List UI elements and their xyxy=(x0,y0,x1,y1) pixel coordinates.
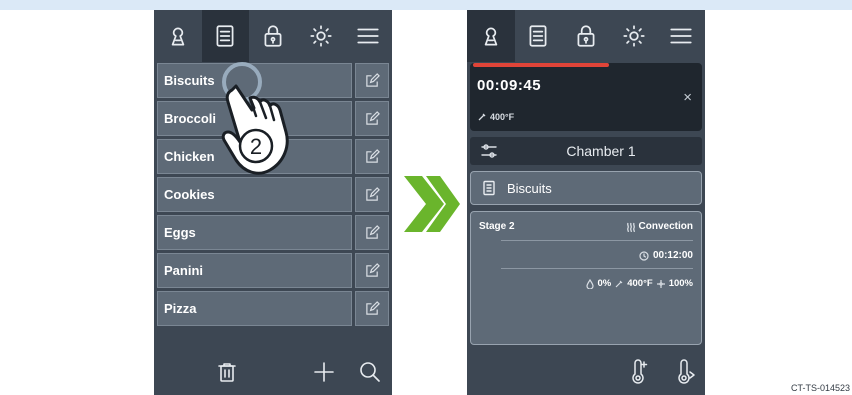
timer-time: 00:09:45 xyxy=(477,77,542,94)
edit-recipe-button[interactable] xyxy=(355,291,389,326)
edit-recipe-button[interactable] xyxy=(355,253,389,288)
recipe-book-icon xyxy=(529,25,547,47)
chamber-label: Chamber 1 xyxy=(566,143,636,159)
edit-icon xyxy=(365,111,380,125)
edit-recipe-button[interactable] xyxy=(355,101,389,136)
recipe-item-panini[interactable]: Panini xyxy=(157,253,352,288)
divider xyxy=(501,268,693,269)
active-recipe[interactable]: Biscuits xyxy=(470,171,702,205)
recipe-item-eggs[interactable]: Eggs xyxy=(157,215,352,250)
recipe-list-screen: Biscuits Broccoli Chicken Cookies Eggs P… xyxy=(154,10,392,395)
stage-mode: Convection xyxy=(626,221,693,232)
tab-chef[interactable] xyxy=(154,10,202,62)
recipe-row: Broccoli xyxy=(157,101,389,136)
recipe-list: Biscuits Broccoli Chicken Cookies Eggs P… xyxy=(157,63,389,329)
probe-add-icon xyxy=(632,359,648,384)
stage-card: Stage 2 Convection 00:12:00 0% 400°F 100… xyxy=(470,211,702,345)
recipe-row: Chicken xyxy=(157,139,389,174)
recipe-book-icon xyxy=(216,25,234,47)
cooking-screen: 00:09:45 × 400°F Chamber 1 Biscuits Stag… xyxy=(467,10,705,395)
timer-temperature: 400°F xyxy=(477,112,514,122)
stage-mode-label: Convection xyxy=(638,221,693,232)
divider xyxy=(501,240,693,241)
edit-icon xyxy=(365,225,380,239)
lock-icon xyxy=(264,25,282,47)
tab-bar xyxy=(154,10,392,62)
edit-icon xyxy=(365,187,380,201)
tab-chef[interactable] xyxy=(467,10,515,62)
sliders-icon xyxy=(481,144,497,158)
stage-parameters: 0% 400°F 100% xyxy=(585,278,693,289)
sun-icon xyxy=(622,25,645,47)
sun-icon xyxy=(309,25,332,47)
probe-remove-button[interactable] xyxy=(673,357,699,387)
tab-bar xyxy=(467,10,705,62)
close-icon[interactable]: × xyxy=(683,89,692,106)
tab-recipes[interactable] xyxy=(515,10,563,62)
stage-humidity: 0% xyxy=(597,278,612,289)
recipe-item-cookies[interactable]: Cookies xyxy=(157,177,352,212)
chef-icon xyxy=(484,27,498,46)
timer-temperature-value: 400°F xyxy=(490,112,515,122)
trash-icon xyxy=(218,363,236,382)
edit-icon xyxy=(365,263,380,277)
fan-icon xyxy=(656,279,665,288)
tab-lock[interactable] xyxy=(249,10,297,62)
plus-icon xyxy=(314,362,334,382)
stage-duration-value: 00:12:00 xyxy=(652,250,693,261)
tab-menu[interactable] xyxy=(344,10,392,62)
menu-icon xyxy=(357,28,379,44)
top-strip xyxy=(0,0,852,10)
stage-temperature: 400°F xyxy=(627,278,653,289)
double-chevron-right-icon xyxy=(404,176,460,232)
stage-duration: 00:12:00 xyxy=(639,250,693,261)
chamber-selector[interactable]: Chamber 1 xyxy=(470,137,702,165)
recipe-item-pizza[interactable]: Pizza xyxy=(157,291,352,326)
tab-brightness[interactable] xyxy=(297,10,345,62)
recipe-row: Eggs xyxy=(157,215,389,250)
clock-icon xyxy=(639,250,649,261)
temperature-icon xyxy=(478,113,486,121)
search-button[interactable] xyxy=(355,357,385,387)
tab-menu[interactable] xyxy=(657,10,705,62)
search-icon xyxy=(360,362,380,382)
chef-icon xyxy=(171,27,185,46)
recipe-item-biscuits[interactable]: Biscuits xyxy=(157,63,352,98)
recipe-item-broccoli[interactable]: Broccoli xyxy=(157,101,352,136)
recipe-row: Biscuits xyxy=(157,63,389,98)
edit-icon xyxy=(365,301,380,315)
humidity-icon xyxy=(585,278,594,289)
active-recipe-name: Biscuits xyxy=(507,180,552,196)
tab-recipes[interactable] xyxy=(201,10,250,62)
edit-recipe-button[interactable] xyxy=(355,177,389,212)
delete-button[interactable] xyxy=(212,357,242,387)
recipe-row: Cookies xyxy=(157,177,389,212)
tab-lock[interactable] xyxy=(562,10,610,62)
lock-icon xyxy=(577,25,595,47)
edit-icon xyxy=(365,73,380,87)
edit-icon xyxy=(365,149,380,163)
recipe-row: Panini xyxy=(157,253,389,288)
tab-brightness[interactable] xyxy=(610,10,658,62)
recipe-item-chicken[interactable]: Chicken xyxy=(157,139,352,174)
recipe-row: Pizza xyxy=(157,291,389,326)
edit-recipe-button[interactable] xyxy=(355,63,389,98)
menu-icon xyxy=(670,28,692,44)
timer-card[interactable]: 00:09:45 × 400°F xyxy=(470,63,702,131)
edit-recipe-button[interactable] xyxy=(355,139,389,174)
probe-remove-icon xyxy=(678,359,695,384)
add-recipe-button[interactable] xyxy=(309,357,339,387)
bottom-toolbar xyxy=(154,349,392,395)
convection-icon xyxy=(626,222,635,232)
edit-recipe-button[interactable] xyxy=(355,215,389,250)
recipe-book-icon xyxy=(483,180,495,196)
stage-fan: 100% xyxy=(668,278,693,289)
timer-progress-bar xyxy=(473,63,609,67)
probe-add-button[interactable] xyxy=(625,357,651,387)
temperature-icon xyxy=(615,280,623,287)
stage-title: Stage 2 xyxy=(479,221,515,232)
figure-id: CT-TS-014523 xyxy=(790,383,850,393)
